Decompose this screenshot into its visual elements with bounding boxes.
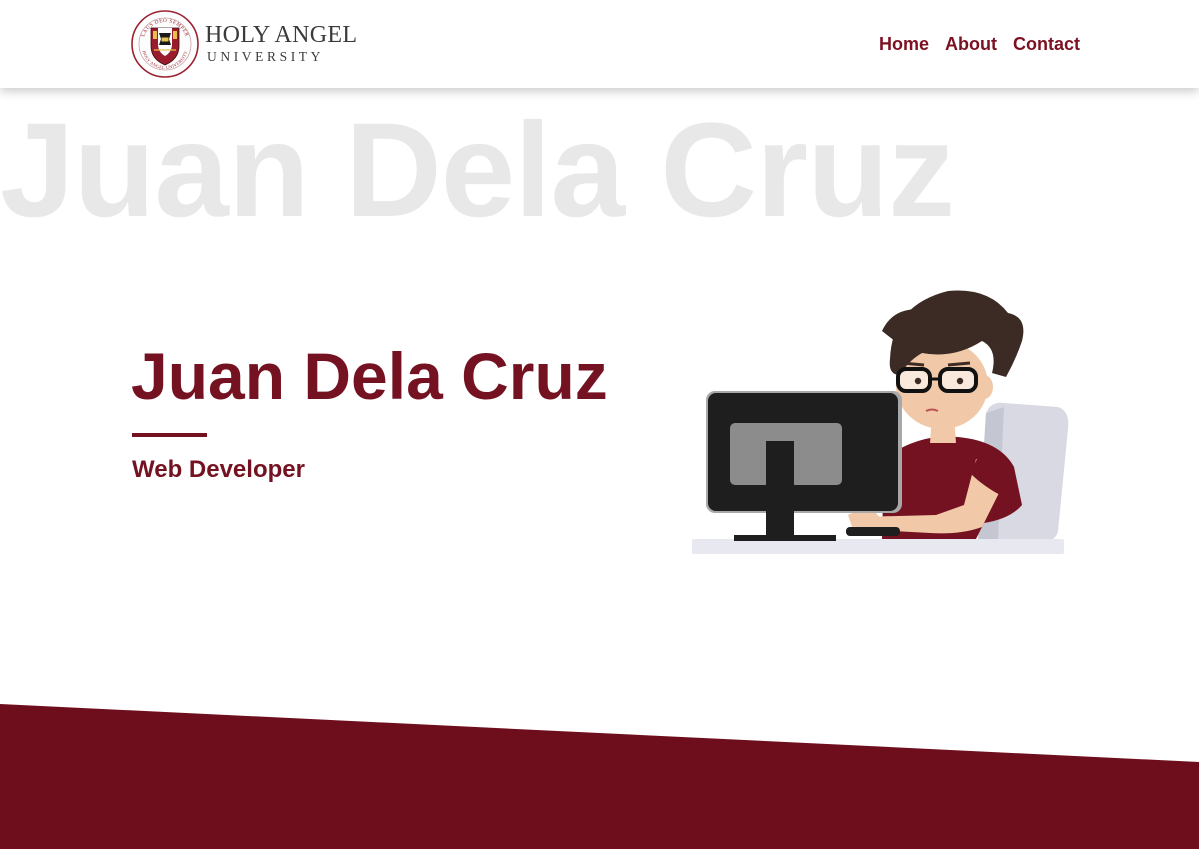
main-navigation: Home About Contact — [879, 33, 1080, 55]
university-logo[interactable]: LAUS DEO SEMPER HOLY ANGEL UNIVERSITY HO… — [130, 9, 357, 81]
logo-line-2: UNIVERSITY — [207, 49, 324, 64]
hero-role: Web Developer — [132, 456, 305, 483]
nav-home-link[interactable]: Home — [879, 33, 929, 55]
footer-band — [0, 704, 1199, 849]
nav-contact-link[interactable]: Contact — [1013, 33, 1080, 55]
university-seal-icon: LAUS DEO SEMPER HOLY ANGEL UNIVERSITY — [131, 10, 199, 78]
logo-line-1: HOLY ANGEL — [205, 22, 358, 48]
developer-at-computer-illustration — [692, 290, 1069, 554]
nav-about-link[interactable]: About — [945, 33, 997, 55]
background-name-watermark: Juan Dela Cruz — [0, 96, 955, 245]
hero-divider — [132, 433, 207, 437]
hero-name: Juan Dela Cruz — [131, 339, 608, 413]
site-header: LAUS DEO SEMPER HOLY ANGEL UNIVERSITY HO… — [0, 0, 1199, 88]
